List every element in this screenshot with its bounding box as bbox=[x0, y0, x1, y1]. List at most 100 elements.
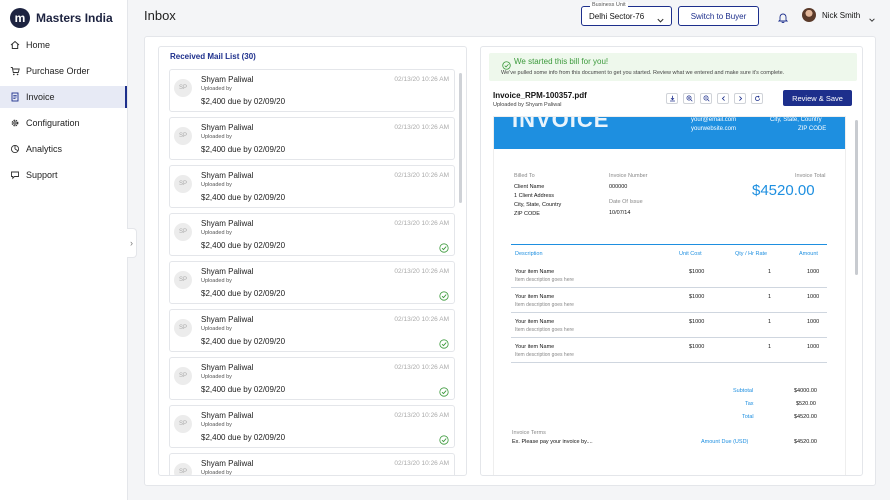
item-unit-cost: $1000 bbox=[689, 294, 705, 300]
sidebar-item-label: Analytics bbox=[26, 144, 63, 154]
sidebar-item-label: Home bbox=[26, 40, 51, 50]
refresh-icon[interactable] bbox=[751, 93, 763, 104]
avatar[interactable] bbox=[802, 8, 816, 22]
list-item[interactable]: SPShyam PaliwalUploaded by$2,400 due by … bbox=[169, 309, 455, 352]
document-toolbar bbox=[666, 93, 768, 104]
invoice-total-label: Invoice Total bbox=[795, 173, 826, 179]
chevron-right-icon[interactable] bbox=[734, 93, 746, 104]
user-name[interactable]: Nick Smith bbox=[822, 11, 860, 20]
invoice-number-label: Invoice Number bbox=[609, 173, 648, 179]
uploaded-by: Uploaded by bbox=[201, 182, 232, 188]
mail-list-scrollbar[interactable] bbox=[459, 73, 462, 203]
row-divider bbox=[511, 362, 827, 363]
sidebar-item-support[interactable]: Support bbox=[0, 164, 127, 186]
tax-value: $520.00 bbox=[796, 401, 816, 407]
timestamp: 02/13/20 10:26 AM bbox=[394, 460, 449, 467]
timestamp: 02/13/20 10:26 AM bbox=[394, 124, 449, 131]
download-icon[interactable] bbox=[666, 93, 678, 104]
sidebar-item-purchase-order[interactable]: Purchase Order bbox=[0, 60, 127, 82]
sender-name: Shyam Paliwal bbox=[201, 123, 254, 132]
sidebar-item-invoice[interactable]: Invoice bbox=[0, 86, 127, 108]
chevron-down-icon[interactable] bbox=[868, 11, 876, 29]
list-item[interactable]: SPShyam PaliwalUploaded by$2,400 due by … bbox=[169, 453, 455, 475]
sender-avatar: SP bbox=[174, 223, 192, 241]
sender-avatar: SP bbox=[174, 463, 192, 475]
client-zip: ZIP CODE bbox=[514, 211, 540, 217]
sidebar-nav: Home Purchase Order Invoice Configuratio… bbox=[0, 34, 127, 186]
timestamp: 02/13/20 10:26 AM bbox=[394, 172, 449, 179]
sidebar-collapse-toggle[interactable]: › bbox=[127, 228, 137, 258]
invoice-terms-label: Invoice Terms bbox=[512, 430, 546, 436]
list-item[interactable]: SPShyam PaliwalUploaded by$2,400 due by … bbox=[169, 261, 455, 304]
amount-due: $2,400 due by 02/09/20 bbox=[201, 241, 286, 250]
item-qty: 1 bbox=[768, 269, 772, 275]
item-amount: 1000 bbox=[807, 269, 820, 275]
list-item[interactable]: SPShyam PaliwalUploaded by$2,400 due by … bbox=[169, 69, 455, 112]
review-save-button[interactable]: Review & Save bbox=[783, 90, 852, 106]
client-address: 1 Client Address bbox=[514, 193, 555, 199]
item-name: Your item Name bbox=[515, 269, 555, 275]
list-item[interactable]: SPShyam PaliwalUploaded by$2,400 due by … bbox=[169, 357, 455, 400]
document-scrollbar[interactable] bbox=[855, 120, 858, 275]
zoom-out-icon[interactable] bbox=[700, 93, 712, 104]
brand-logo[interactable]: m Masters India bbox=[0, 0, 127, 30]
sender-avatar: SP bbox=[174, 79, 192, 97]
timestamp: 02/13/20 10:26 AM bbox=[394, 316, 449, 323]
sidebar-item-configuration[interactable]: Configuration bbox=[0, 112, 127, 134]
list-item[interactable]: SPShyam PaliwalUploaded by$2,400 due by … bbox=[169, 213, 455, 256]
mail-list-heading: Received Mail List (30) bbox=[170, 52, 256, 61]
uploaded-by: Uploaded by bbox=[201, 134, 232, 140]
amount-due: $2,400 due by 02/09/20 bbox=[201, 97, 286, 106]
brand-name: Masters India bbox=[36, 11, 113, 25]
column-qty: Qty / Hr Rate bbox=[735, 251, 768, 257]
uploaded-by: Uploaded by bbox=[201, 86, 232, 92]
item-name: Your item Name bbox=[515, 344, 555, 350]
item-amount: 1000 bbox=[807, 344, 820, 350]
column-description: Description bbox=[515, 251, 543, 257]
invoice-zip: ZIP CODE bbox=[798, 126, 827, 132]
item-qty: 1 bbox=[768, 344, 772, 350]
item-amount: 1000 bbox=[807, 319, 820, 325]
chevron-left-icon[interactable] bbox=[717, 93, 729, 104]
billed-to-label: Billed To bbox=[514, 173, 535, 179]
gear-icon bbox=[10, 118, 20, 128]
list-item[interactable]: SPShyam PaliwalUploaded by$2,400 due by … bbox=[169, 405, 455, 448]
business-unit-value: Delhi Sector-76 bbox=[589, 12, 645, 21]
item-unit-cost: $1000 bbox=[689, 344, 705, 350]
uploaded-by: Uploaded by bbox=[201, 422, 232, 428]
item-unit-cost: $1000 bbox=[689, 269, 705, 275]
column-amount: Amount bbox=[799, 251, 818, 257]
amount-due: $2,400 due by 02/09/20 bbox=[201, 433, 286, 442]
item-name: Your item Name bbox=[515, 319, 555, 325]
sidebar-item-analytics[interactable]: Analytics bbox=[0, 138, 127, 160]
amount-due: $2,400 due by 02/09/20 bbox=[201, 385, 286, 394]
sidebar-item-label: Invoice bbox=[26, 92, 55, 102]
sender-name: Shyam Paliwal bbox=[201, 363, 254, 372]
list-item[interactable]: SPShyam PaliwalUploaded by$2,400 due by … bbox=[169, 117, 455, 160]
sender-name: Shyam Paliwal bbox=[201, 219, 254, 228]
switch-to-buyer-button[interactable]: Switch to Buyer bbox=[678, 6, 759, 26]
bell-icon[interactable] bbox=[777, 10, 789, 28]
item-name: Your item Name bbox=[515, 294, 555, 300]
sender-avatar: SP bbox=[174, 271, 192, 289]
uploaded-by: Uploaded by bbox=[201, 326, 232, 332]
item-description: Item description goes here bbox=[515, 352, 574, 358]
invoice-document-preview[interactable]: INVOICE your@email.com yourwebsite.com C… bbox=[493, 116, 846, 475]
check-circle-icon bbox=[439, 288, 449, 306]
amount-due: $2,400 due by 02/09/20 bbox=[201, 145, 286, 154]
sidebar-item-home[interactable]: Home bbox=[0, 34, 127, 56]
invoice-terms-text: Ex. Please pay your invoice by.... bbox=[512, 439, 593, 445]
sender-avatar: SP bbox=[174, 175, 192, 193]
timestamp: 02/13/20 10:26 AM bbox=[394, 364, 449, 371]
invoice-website: yourwebsite.com bbox=[691, 126, 737, 132]
row-divider bbox=[511, 287, 827, 288]
item-description: Item description goes here bbox=[515, 302, 574, 308]
zoom-in-icon[interactable] bbox=[683, 93, 695, 104]
list-item[interactable]: SPShyam PaliwalUploaded by$2,400 due by … bbox=[169, 165, 455, 208]
business-unit-label: Business Unit bbox=[590, 2, 628, 8]
timestamp: 02/13/20 10:26 AM bbox=[394, 268, 449, 275]
sidebar: m Masters India Home Purchase Order Invo… bbox=[0, 0, 128, 500]
timestamp: 02/13/20 10:26 AM bbox=[394, 76, 449, 83]
support-icon bbox=[10, 170, 20, 180]
business-unit-select[interactable]: Business Unit Delhi Sector-76 bbox=[581, 2, 672, 26]
